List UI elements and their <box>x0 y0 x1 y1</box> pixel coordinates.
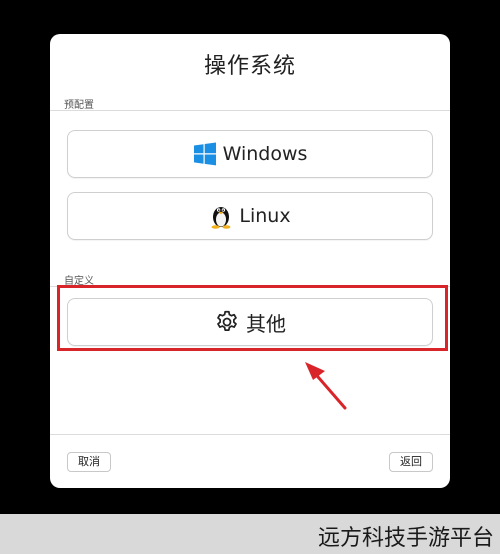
annotation-arrow <box>305 362 347 410</box>
watermark-bar: 远方科技手游平台 <box>0 514 500 554</box>
watermark-text: 远方科技手游平台 <box>317 526 494 551</box>
